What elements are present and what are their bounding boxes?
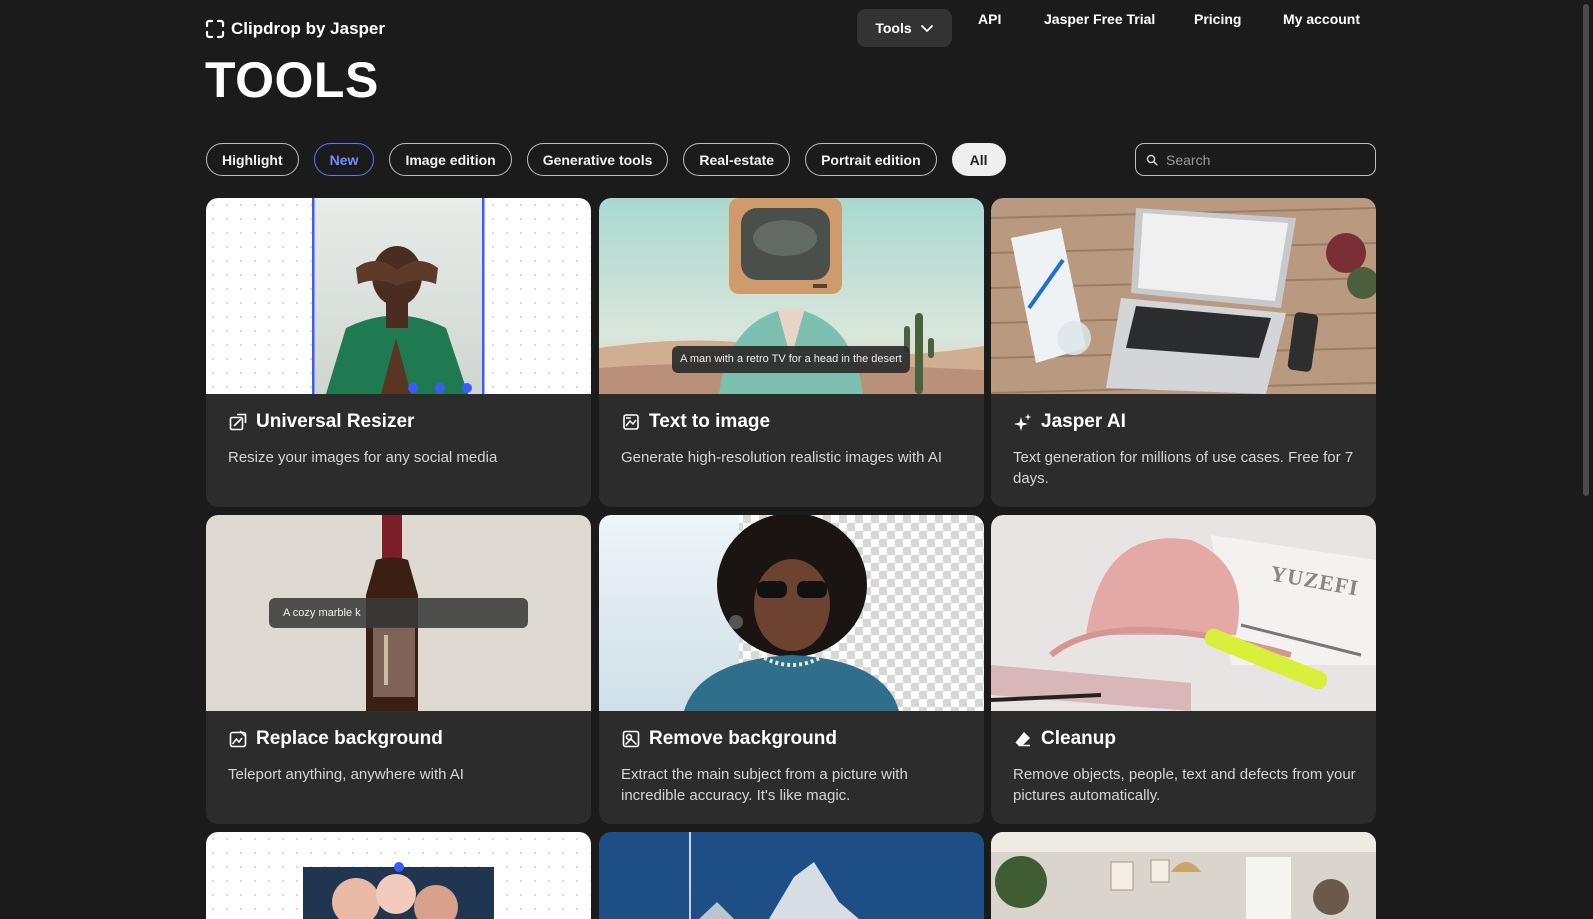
tool-card-partial[interactable] [991, 832, 1376, 919]
page-title: TOOLS [205, 52, 379, 108]
card-title-text: Replace background [256, 728, 443, 749]
logo-text: Clipdrop by Jasper [231, 19, 385, 38]
scrollbar[interactable] [1580, 0, 1593, 919]
nav-my-account-link[interactable]: My account [1283, 11, 1360, 27]
tool-card-replace-background[interactable]: A cozy marble k Replace background Telep… [206, 515, 591, 824]
prompt-overlay-text: A cozy marble k [283, 607, 361, 619]
scrollbar-thumb[interactable] [1583, 4, 1589, 496]
filter-real-estate[interactable]: Real-estate [683, 143, 791, 176]
resize-icon [229, 413, 247, 431]
card-thumbnail [599, 832, 984, 919]
chevron-down-icon [920, 25, 933, 32]
card-description: Text generation for millions of use case… [1013, 449, 1354, 487]
card-title: Text to image [621, 411, 770, 433]
card-thumbnail [599, 515, 984, 711]
filter-highlight[interactable]: Highlight [206, 143, 299, 176]
replace-background-icon [229, 730, 247, 748]
card-title-text: Cleanup [1041, 728, 1116, 749]
filter-all[interactable]: All [951, 143, 1006, 176]
card-title-text: Text to image [649, 411, 771, 432]
tool-card-cleanup[interactable]: YUZEFI Cleanup Remove objects, people, t… [991, 515, 1376, 824]
tool-card-partial[interactable] [206, 832, 591, 919]
nav-pricing-link[interactable]: Pricing [1194, 11, 1241, 27]
prompt-overlay-text: A man with a retro TV for a head in the … [680, 353, 902, 365]
card-title-text: Remove background [649, 728, 837, 749]
card-thumbnail [206, 832, 591, 919]
filter-portrait-edition[interactable]: Portrait edition [805, 143, 937, 176]
tool-card-text-to-image[interactable]: A man with a retro TV for a head in the … [599, 198, 984, 507]
page: Clipdrop by Jasper Tools API Jasper Free… [0, 0, 1593, 919]
card-thumbnail [206, 198, 591, 394]
card-thumbnail [206, 515, 591, 711]
filter-chips: Highlight New Image edition Generative t… [206, 143, 1006, 176]
card-title: Replace background [228, 728, 443, 750]
tool-card-partial[interactable] [599, 832, 984, 919]
tool-card-jasper-ai[interactable]: Jasper AI Text generation for millions o… [991, 198, 1376, 507]
search-input[interactable] [1166, 151, 1366, 168]
clipdrop-logo-icon [205, 19, 225, 39]
tools-menu-label: Tools [875, 20, 912, 36]
search-box[interactable] [1135, 143, 1376, 176]
remove-background-icon [622, 730, 640, 748]
card-thumbnail [991, 198, 1376, 394]
nav-api-link[interactable]: API [978, 11, 1001, 27]
card-title: Universal Resizer [228, 411, 414, 433]
card-description: Remove objects, people, text and defects… [1013, 766, 1356, 804]
filter-new[interactable]: New [313, 143, 375, 176]
eraser-icon [1015, 732, 1030, 747]
tool-card-universal-resizer[interactable]: Universal Resizer Resize your images for… [206, 198, 591, 507]
card-description: Teleport anything, anywhere with AI [228, 766, 464, 783]
card-title-text: Jasper AI [1041, 411, 1126, 432]
card-title: Jasper AI [1013, 411, 1126, 433]
filter-image-edition[interactable]: Image edition [389, 143, 512, 176]
card-thumbnail [991, 515, 1376, 711]
text-to-image-icon [623, 414, 639, 430]
tools-menu-button[interactable]: Tools [857, 9, 952, 47]
nav-free-trial-link[interactable]: Jasper Free Trial [1044, 11, 1155, 27]
card-title-text: Universal Resizer [256, 411, 415, 432]
top-nav: Tools [857, 9, 952, 47]
card-description: Extract the main subject from a picture … [621, 766, 908, 804]
sparkle-icon [1014, 413, 1032, 431]
logo[interactable]: Clipdrop by Jasper [205, 16, 385, 42]
card-description: Generate high-resolution realistic image… [621, 449, 942, 466]
card-title: Remove background [621, 728, 837, 750]
search-icon [1146, 154, 1158, 165]
filter-generative-tools[interactable]: Generative tools [526, 143, 669, 176]
card-description: Resize your images for any social media [228, 449, 498, 466]
tool-card-remove-background[interactable]: Remove background Extract the main subje… [599, 515, 984, 824]
card-title: Cleanup [1013, 728, 1116, 750]
card-thumbnail [991, 832, 1376, 919]
